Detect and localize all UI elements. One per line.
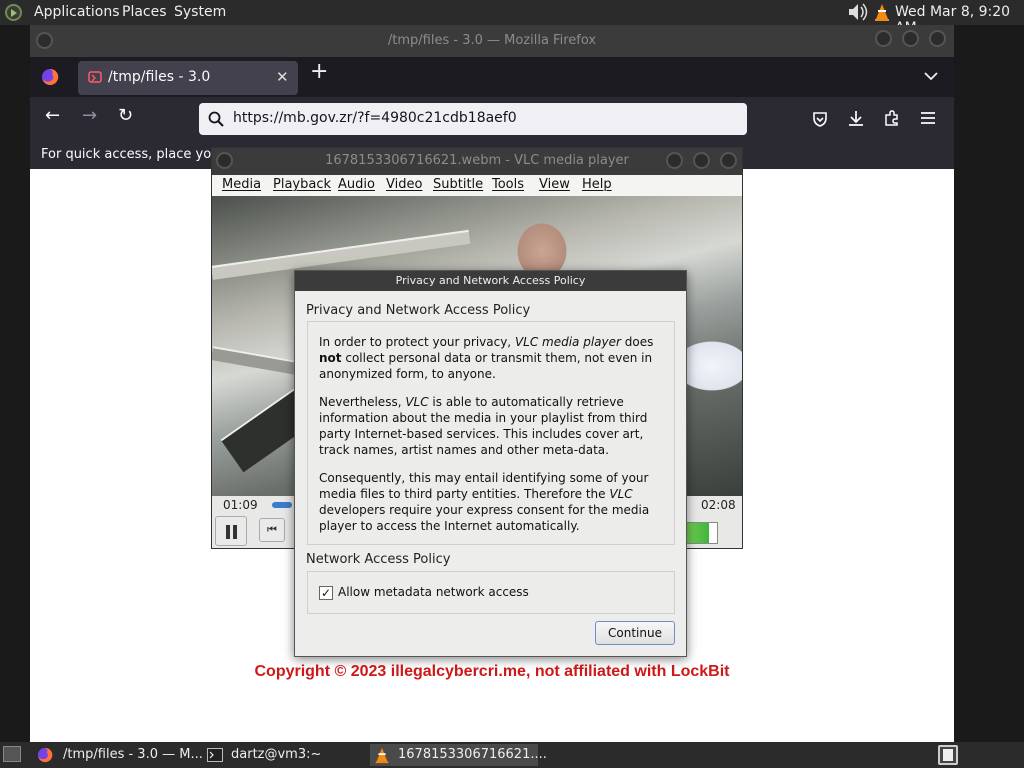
privacy-paragraph-1: In order to protect your privacy, VLC me… [319,335,654,381]
download-icon[interactable] [847,109,865,127]
firefox-window-title: /tmp/files - 3.0 — Mozilla Firefox [387,33,597,48]
seek-bar[interactable] [272,502,292,508]
privacy-heading: Privacy and Network Access Policy [306,303,531,318]
vlc-menubar: Media Playback Audio Video Subtitle Tool… [212,175,742,196]
metadata-checkbox-label[interactable]: Allow metadata network access [338,585,529,599]
vlc-task-icon [375,747,389,764]
vlc-menu-subtitle[interactable]: Subtitle [433,177,483,192]
vlc-menu-view[interactable]: View [539,177,570,192]
vlc-window-title: 1678153306716621.webm - VLC media player [325,153,629,168]
vlc-titlebar[interactable]: 1678153306716621.webm - VLC media player [212,148,742,175]
task-firefox-label: /tmp/files - 3.0 — M... [63,747,203,762]
privacy-info-box: In order to protect your privacy, VLC me… [307,321,675,545]
copyright-text: Copyright © 2023 illegalcybercri.me, not… [254,663,730,680]
dialog-titlebar[interactable]: Privacy and Network Access Policy [295,271,686,291]
new-tab-button[interactable]: + [310,59,328,84]
reload-button[interactable]: ↻ [118,105,133,126]
shield-icon[interactable] [811,110,829,128]
list-all-tabs-icon[interactable] [924,71,938,81]
tab-bar: /tmp/files - 3.0 ✕ [30,57,954,97]
vlc-menu-playback[interactable]: Playback [273,177,331,192]
terminal-icon [207,748,223,762]
back-button[interactable]: ← [45,105,60,126]
previous-button[interactable]: ⏮ [259,518,285,542]
network-heading: Network Access Policy [306,552,451,567]
firefox-titlebar[interactable]: /tmp/files - 3.0 — Mozilla Firefox [30,25,954,57]
vlc-menu-video[interactable]: Video [386,177,422,192]
menu-places[interactable]: Places [122,4,167,20]
top-panel: Applications Places System Wed Mar 8, 9:… [0,0,1024,36]
privacy-dialog: Privacy and Network Access Policy Privac… [294,270,687,657]
search-icon [208,111,224,127]
url-bar[interactable]: https://mb.gov.zr/?f=4980c21cdb18aef0 [199,103,747,135]
close-button[interactable] [929,30,946,47]
file-favicon-icon [88,71,102,83]
vlc-menu-help[interactable]: Help [582,177,612,192]
network-box: ✓ Allow metadata network access [307,571,675,614]
time-elapsed: 01:09 [223,498,258,512]
firefox-icon[interactable] [41,68,59,86]
vlc-close-button[interactable] [720,152,737,169]
task-terminal[interactable]: dartz@vm3:~ [203,744,368,766]
task-firefox[interactable]: /tmp/files - 3.0 — M... [33,744,203,766]
privacy-paragraph-3: Consequently, this may entail identifyin… [319,471,650,533]
extensions-icon[interactable] [883,109,901,127]
volume-icon[interactable] [846,2,868,22]
bookmarks-hint: For quick access, place your b [41,147,238,162]
task-vlc[interactable]: 1678153306716621.... [370,744,547,766]
firefox-task-icon [37,747,53,763]
url-text[interactable]: https://mb.gov.zr/?f=4980c21cdb18aef0 [233,110,517,126]
vlc-maximize-button[interactable] [693,152,710,169]
volume-slider[interactable] [682,522,718,544]
forward-button[interactable]: → [82,105,97,126]
metadata-checkbox[interactable]: ✓ [319,586,333,600]
tab-close-icon[interactable]: ✕ [276,68,289,86]
taskbar: /tmp/files - 3.0 — M... dartz@vm3:~ 1678… [0,742,1024,768]
tab-title: /tmp/files - 3.0 [108,69,211,85]
vlc-menu-media[interactable]: Media [222,177,261,192]
vlc-minimize-button[interactable] [666,152,683,169]
vlc-menu-audio[interactable]: Audio [338,177,375,192]
vlc-menu-tools[interactable]: Tools [492,177,524,192]
privacy-paragraph-2: Nevertheless, VLC is able to automatical… [319,395,648,457]
pause-button[interactable] [215,516,247,546]
menu-applications[interactable]: Applications [34,4,120,20]
hamburger-menu-icon[interactable] [919,110,937,126]
workspace-icon[interactable] [938,745,958,765]
task-terminal-label: dartz@vm3:~ [231,747,322,762]
minimize-button[interactable] [875,30,892,47]
dialog-title: Privacy and Network Access Policy [395,274,586,287]
menu-system[interactable]: System [174,4,226,20]
task-vlc-label: 1678153306716621.... [398,747,547,762]
maximize-button[interactable] [902,30,919,47]
navigation-toolbar: ← → ↻ https://mb.gov.zr/?f=4980c21cdb18a… [30,97,954,141]
show-desktop-icon[interactable] [3,746,21,762]
menu-logo-icon[interactable] [5,4,22,21]
vlc-cone-icon[interactable] [874,3,890,22]
continue-button[interactable]: Continue [595,621,675,645]
time-total: 02:08 [701,498,736,512]
tab-tmp-files[interactable]: /tmp/files - 3.0 ✕ [78,61,298,95]
